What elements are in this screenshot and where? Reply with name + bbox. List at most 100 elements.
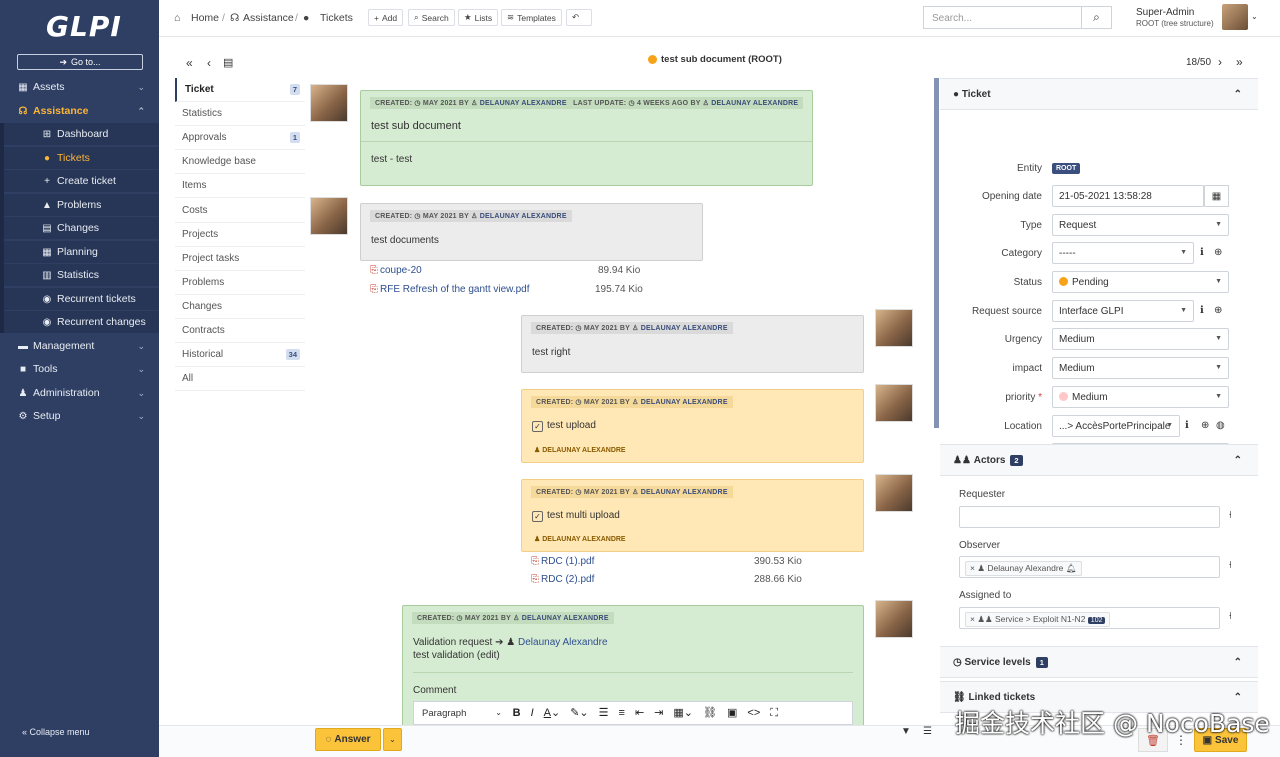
tab-ticket[interactable]: Ticket 7 bbox=[175, 78, 305, 103]
requester-field[interactable] bbox=[959, 506, 1220, 528]
tab-historical[interactable]: Historical 34 bbox=[175, 343, 305, 368]
bold-icon[interactable]: B bbox=[513, 707, 521, 719]
document-link[interactable]: ⎘ coupe-20 bbox=[370, 265, 422, 276]
lists-button[interactable]: ★ Lists bbox=[458, 9, 499, 26]
last-item-icon[interactable]: » bbox=[1236, 55, 1243, 69]
previous-item-icon[interactable]: ‹ bbox=[207, 56, 211, 70]
tab-changes[interactable]: Changes bbox=[175, 294, 305, 319]
add-assigned-icon[interactable]: ⍿ bbox=[1229, 611, 1232, 622]
timeline-item-followup[interactable]: CREATED: ◷ MAY 2021 BY ♙ DELAUNAY ALEXAN… bbox=[521, 315, 864, 373]
outdent-icon[interactable]: ⇤ bbox=[635, 706, 644, 719]
assigned-field[interactable]: × ♟♟ Service > Exploit N1-N2 102 bbox=[959, 607, 1220, 629]
service-levels-section-header[interactable]: ◷ Service levels 1 ⌃ bbox=[940, 646, 1258, 678]
priority-select[interactable]: Medium ▼ bbox=[1052, 386, 1229, 408]
nav-setup[interactable]: ⚙ Setup ⌄ bbox=[0, 405, 159, 427]
answer-button[interactable]: ◌ Answer bbox=[315, 728, 381, 751]
next-item-icon[interactable]: › bbox=[1218, 55, 1222, 69]
info-icon[interactable]: ℹ bbox=[1200, 247, 1204, 258]
actors-section-header[interactable]: ♟♟ Actors 2 ⌃ bbox=[940, 444, 1258, 476]
link-icon[interactable]: ⛓ bbox=[703, 706, 717, 719]
table-icon[interactable]: ▦⌄ bbox=[673, 706, 693, 719]
add-button[interactable]: + Add bbox=[368, 9, 404, 26]
add-observer-icon[interactable]: ⍿ bbox=[1229, 560, 1232, 571]
tab-approvals[interactable]: Approvals 1 bbox=[175, 126, 305, 151]
list-icon[interactable]: ▤ bbox=[223, 56, 233, 69]
category-select[interactable]: ----- ▼ bbox=[1052, 242, 1194, 264]
filter-icon[interactable]: ▼ bbox=[901, 726, 911, 737]
nav-planning[interactable]: ▦ Planning bbox=[4, 241, 159, 263]
validation-user-link[interactable]: Delaunay Alexandre bbox=[518, 637, 608, 648]
glpi-logo[interactable]: GLPI bbox=[46, 10, 122, 43]
global-search-input[interactable]: Search... bbox=[923, 6, 1082, 29]
calendar-icon[interactable]: ▦ bbox=[1204, 185, 1229, 207]
nav-changes[interactable]: ▤ Changes bbox=[4, 217, 159, 239]
observer-field[interactable]: × ♟ Delaunay Alexandre 🔔︎ bbox=[959, 556, 1220, 578]
add-icon[interactable]: ⊕ bbox=[1201, 420, 1209, 431]
nav-assistance[interactable]: ☊ Assistance ⌃ bbox=[0, 100, 159, 122]
timeline-item-task[interactable]: CREATED: ◷ MAY 2021 BY ♙ DELAUNAY ALEXAN… bbox=[521, 389, 864, 463]
timeline-item-task[interactable]: CREATED: ◷ MAY 2021 BY ♙ DELAUNAY ALEXAN… bbox=[521, 479, 864, 552]
fullscreen-icon[interactable]: ⛶ bbox=[770, 707, 778, 720]
add-requester-icon[interactable]: ⍿ bbox=[1229, 510, 1232, 521]
paragraph-select[interactable]: Paragraph ⌄ bbox=[422, 708, 502, 719]
list-icon[interactable]: ☰ bbox=[923, 726, 932, 737]
status-select[interactable]: Pending ▼ bbox=[1052, 271, 1229, 293]
tab-project-tasks[interactable]: Project tasks bbox=[175, 246, 305, 271]
search-button[interactable]: ⌕ Search bbox=[408, 9, 455, 26]
breadcrumb-tickets[interactable]: Tickets bbox=[320, 12, 353, 24]
answer-dropdown-button[interactable]: ⌄ bbox=[383, 728, 402, 751]
tab-all[interactable]: All bbox=[175, 367, 305, 392]
nav-dashboard[interactable]: ⊞ Dashboard bbox=[4, 123, 159, 145]
goto-button[interactable]: ➔ Go to... bbox=[17, 54, 143, 70]
tab-statistics[interactable]: Statistics bbox=[175, 102, 305, 127]
impact-select[interactable]: Medium ▼ bbox=[1052, 357, 1229, 379]
task-checkbox-icon[interactable]: ✓ bbox=[532, 421, 543, 432]
home-icon[interactable]: ⌂ bbox=[174, 12, 180, 24]
nav-tickets[interactable]: ● Tickets bbox=[4, 147, 159, 169]
ticket-section-header[interactable]: ● Ticket ⌃ bbox=[940, 78, 1258, 110]
text-color-icon[interactable]: A⌄ bbox=[544, 706, 561, 719]
tab-projects[interactable]: Projects bbox=[175, 222, 305, 247]
search-submit-button[interactable]: ⌕ bbox=[1082, 6, 1112, 29]
nav-recurrent-changes[interactable]: ◉ Recurrent changes bbox=[4, 311, 159, 333]
info-icon[interactable]: ℹ bbox=[1185, 420, 1189, 431]
nav-administration[interactable]: ♟ Administration ⌄ bbox=[0, 382, 159, 404]
nav-create-ticket[interactable]: + Create ticket bbox=[4, 170, 159, 192]
document-link[interactable]: ⎘ RDC (1).pdf bbox=[531, 556, 594, 567]
nav-management[interactable]: ▬ Management ⌄ bbox=[0, 335, 159, 357]
info-icon[interactable]: ℹ bbox=[1200, 305, 1204, 316]
tab-knowledge-base[interactable]: Knowledge base bbox=[175, 150, 305, 175]
collapse-menu-button[interactable]: « Collapse menu bbox=[22, 727, 90, 737]
timeline-item-followup[interactable]: CREATED: ◷ MAY 2021 BY ♙ DELAUNAY ALEXAN… bbox=[360, 203, 703, 261]
document-link[interactable]: ⎘ RFE Refresh of the gantt view.pdf bbox=[370, 284, 530, 295]
templates-button[interactable]: ≋ Templates bbox=[501, 9, 562, 26]
bullet-list-icon[interactable]: ☰ bbox=[599, 706, 609, 719]
task-checkbox-icon[interactable]: ✓ bbox=[532, 511, 543, 522]
urgency-select[interactable]: Medium ▼ bbox=[1052, 328, 1229, 350]
image-icon[interactable]: ▣ bbox=[727, 706, 737, 719]
avatar[interactable] bbox=[1222, 4, 1248, 30]
entity-badge[interactable]: ROOT bbox=[1052, 163, 1081, 174]
globe-icon[interactable]: ◍ bbox=[1216, 420, 1225, 431]
request-source-select[interactable]: Interface GLPI ▼ bbox=[1052, 300, 1194, 322]
timeline-item-validation[interactable]: CREATED: ◷ MAY 2021 BY ♙ DELAUNAY ALEXAN… bbox=[402, 605, 864, 726]
italic-icon[interactable]: I bbox=[531, 707, 534, 719]
user-menu[interactable]: Super-Admin ROOT (tree structure) bbox=[1136, 7, 1214, 29]
highlight-icon[interactable]: ✎⌄ bbox=[570, 706, 588, 719]
document-link[interactable]: ⎘ RDC (2).pdf bbox=[531, 574, 594, 585]
breadcrumb-home[interactable]: Home bbox=[191, 12, 219, 24]
nav-problems[interactable]: ▲ Problems bbox=[4, 194, 159, 216]
add-icon[interactable]: ⊕ bbox=[1214, 247, 1222, 258]
opening-date-select[interactable]: 21-05-2021 13:58:28 bbox=[1052, 185, 1204, 207]
add-icon[interactable]: ⊕ bbox=[1214, 305, 1222, 316]
location-select[interactable]: ...> AccèsPortePrincipale ▼ bbox=[1052, 415, 1180, 437]
nav-assets[interactable]: ▦ Assets ⌄ bbox=[0, 76, 159, 98]
tab-contracts[interactable]: Contracts bbox=[175, 318, 305, 344]
first-item-icon[interactable]: « bbox=[186, 56, 193, 70]
nav-recurrent-tickets[interactable]: ◉ Recurrent tickets bbox=[4, 288, 159, 310]
breadcrumb-assistance[interactable]: Assistance bbox=[243, 12, 294, 24]
tab-costs[interactable]: Costs bbox=[175, 198, 305, 223]
history-button[interactable]: ↶ bbox=[566, 9, 592, 26]
type-select[interactable]: Request ▼ bbox=[1052, 214, 1229, 236]
chevron-down-icon[interactable]: ⌄ bbox=[1251, 12, 1258, 21]
